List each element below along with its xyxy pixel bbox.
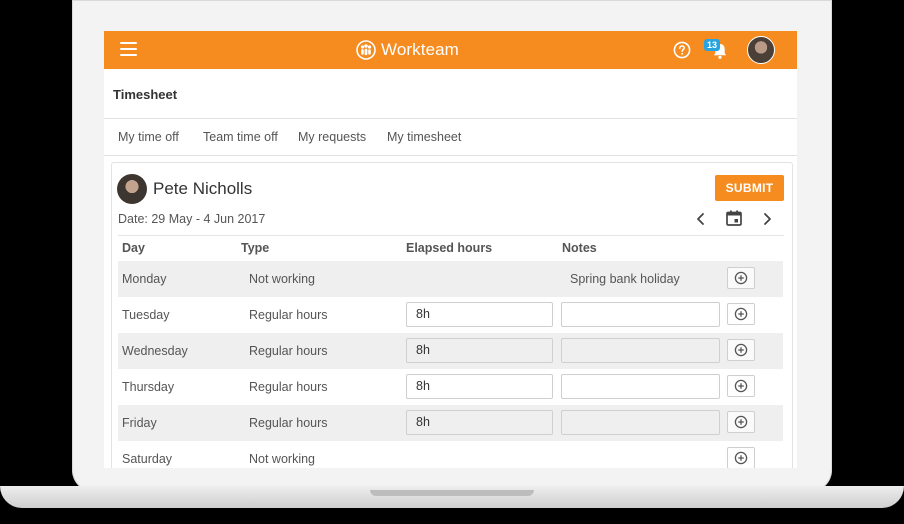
plus-circle-icon <box>734 343 748 357</box>
add-entry-button[interactable] <box>727 447 755 468</box>
table-row: Wednesday Regular hours 8h <box>118 333 783 369</box>
elapsed-hours-input[interactable]: 8h <box>406 410 553 435</box>
tab-team-time-off[interactable]: Team time off <box>203 130 278 144</box>
chevron-right-icon[interactable] <box>760 210 774 228</box>
table-row: Friday Regular hours 8h <box>118 405 783 441</box>
add-entry-button[interactable] <box>727 339 755 361</box>
table-row: Monday Not working Spring bank holiday <box>118 261 783 297</box>
page-title: Timesheet <box>113 87 178 102</box>
elapsed-hours-input[interactable]: 8h <box>406 302 553 327</box>
hamburger-menu-icon[interactable] <box>120 42 137 56</box>
day-cell: Tuesday <box>122 308 170 322</box>
day-cell: Saturday <box>122 452 173 466</box>
table-row: Saturday Not working <box>118 441 783 468</box>
submit-button[interactable]: SUBMIT <box>715 175 784 201</box>
divider <box>104 155 797 156</box>
help-icon[interactable] <box>673 41 691 59</box>
type-cell: Regular hours <box>249 308 328 322</box>
brand-name: Workteam <box>381 40 459 59</box>
divider <box>104 118 797 119</box>
column-header-hours: Elapsed hours <box>406 241 493 255</box>
tab-my-time-off[interactable]: My time off <box>118 130 179 144</box>
timesheet-card: Pete Nicholls SUBMIT Date: 29 May - 4 Ju… <box>111 162 793 468</box>
plus-circle-icon <box>734 451 748 465</box>
column-header-notes: Notes <box>562 241 597 255</box>
chevron-left-icon[interactable] <box>694 210 708 228</box>
day-cell: Monday <box>122 272 167 286</box>
notes-input[interactable] <box>561 410 720 435</box>
laptop-notch <box>370 490 534 496</box>
add-entry-button[interactable] <box>727 375 755 397</box>
plus-circle-icon <box>734 415 748 429</box>
user-avatar[interactable] <box>747 36 775 64</box>
table-row: Tuesday Regular hours 8h <box>118 297 783 333</box>
add-entry-button[interactable] <box>727 411 755 433</box>
table-row: Thursday Regular hours 8h <box>118 369 783 405</box>
divider <box>118 235 784 236</box>
type-cell: Regular hours <box>249 380 328 394</box>
notes-input[interactable] <box>561 302 720 327</box>
app-screen: Workteam 13 Timesheet My time off Team t… <box>104 31 797 468</box>
type-cell: Regular hours <box>249 416 328 430</box>
column-header-day: Day <box>122 241 145 255</box>
notification-count-badge: 13 <box>704 39 721 51</box>
type-cell: Not working <box>249 272 315 286</box>
plus-circle-icon <box>734 379 748 393</box>
date-range: Date: 29 May - 4 Jun 2017 <box>118 212 266 226</box>
calendar-icon[interactable] <box>725 209 743 227</box>
notes-input[interactable] <box>561 374 720 399</box>
employee-avatar <box>117 174 147 204</box>
column-header-type: Type <box>241 241 270 255</box>
day-cell: Wednesday <box>122 344 188 358</box>
add-entry-button[interactable] <box>727 267 755 289</box>
employee-name: Pete Nicholls <box>153 179 253 198</box>
brand[interactable]: Workteam <box>356 39 459 61</box>
type-cell: Not working <box>249 452 315 466</box>
elapsed-hours-input[interactable]: 8h <box>406 338 553 363</box>
plus-circle-icon <box>734 307 748 321</box>
add-entry-button[interactable] <box>727 303 755 325</box>
type-cell: Regular hours <box>249 344 328 358</box>
notes-input[interactable] <box>561 338 720 363</box>
day-cell: Friday <box>122 416 157 430</box>
top-app-bar: Workteam 13 <box>104 31 797 69</box>
tab-my-timesheet[interactable]: My timesheet <box>387 130 461 144</box>
day-cell: Thursday <box>122 380 175 394</box>
tab-my-requests[interactable]: My requests <box>298 130 366 144</box>
workteam-logo-icon <box>356 40 376 60</box>
elapsed-hours-input[interactable]: 8h <box>406 374 553 399</box>
notes-cell: Spring bank holiday <box>570 272 680 286</box>
plus-circle-icon <box>734 271 748 285</box>
